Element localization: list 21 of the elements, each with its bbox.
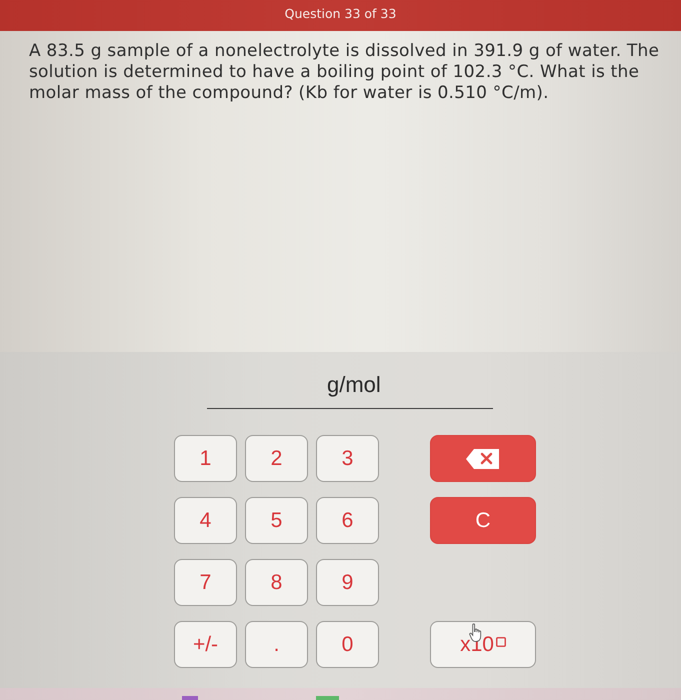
keypad-key[interactable]: 0 <box>316 621 379 668</box>
question-counter: Question 33 of 33 <box>284 6 396 21</box>
question-text: A 83.5 g sample of a nonelectrolyte is dissolved in 391.9 g of water. The solution is determined to have a boiling point of 102.3 °C. What is the molar mass of the compound? (Kb for water is 0.510 °C/m). <box>29 41 660 104</box>
toolbar-tile-icon[interactable] <box>316 696 339 700</box>
toolbar-tile-icon[interactable] <box>182 696 198 700</box>
backspace-button[interactable] <box>430 435 536 482</box>
keypad-key[interactable]: 7 <box>174 559 237 606</box>
keypad-key[interactable]: . <box>245 621 308 668</box>
clear-button[interactable]: C <box>430 497 536 544</box>
keypad-key[interactable]: 9 <box>316 559 379 606</box>
exponent-box-icon <box>496 636 506 646</box>
backspace-icon <box>465 448 501 470</box>
keypad-key[interactable]: 8 <box>245 559 308 606</box>
keypad-key[interactable]: 1 <box>174 435 237 482</box>
keypad-key[interactable]: 2 <box>245 435 308 482</box>
unit-label: g/mol <box>327 372 381 398</box>
keypad-key[interactable]: 5 <box>245 497 308 544</box>
keypad-key[interactable]: 4 <box>174 497 237 544</box>
keypad-key[interactable]: 6 <box>316 497 379 544</box>
keypad-key[interactable]: 3 <box>316 435 379 482</box>
keypad-key[interactable]: +/- <box>174 621 237 668</box>
